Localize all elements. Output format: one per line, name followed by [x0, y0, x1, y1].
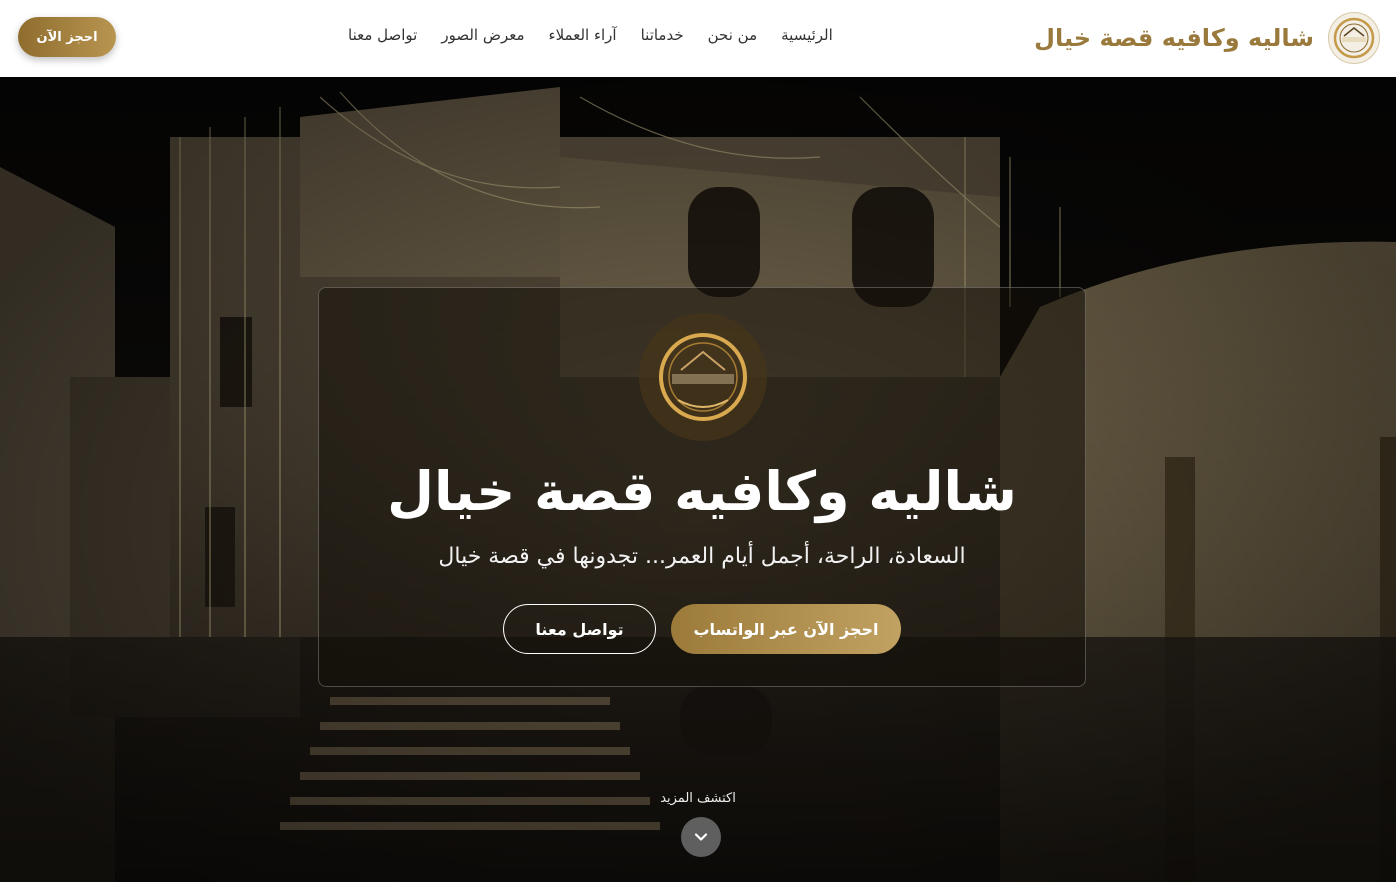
nav-item-testimonials[interactable]: آراء العملاء: [549, 26, 617, 44]
hero-logo-icon: [639, 313, 767, 441]
book-whatsapp-button[interactable]: احجز الآن عبر الواتساب: [671, 604, 901, 654]
hero-section: شاليه وكافيه قصة خيال السعادة، الراحة، أ…: [0, 77, 1396, 882]
nav-item-services[interactable]: خدماتنا: [641, 26, 684, 44]
scroll-down-button[interactable]: [681, 817, 721, 857]
nav-item-contact[interactable]: تواصل معنا: [348, 26, 417, 44]
brand-logo-icon: [1328, 12, 1380, 64]
chevron-down-icon: [694, 833, 708, 841]
brand[interactable]: شاليه وكافيه قصة خيال: [1034, 12, 1380, 64]
nav-item-gallery[interactable]: معرض الصور: [441, 26, 524, 44]
brand-title: شاليه وكافيه قصة خيال: [1034, 24, 1314, 52]
book-now-button[interactable]: احجز الآن: [18, 17, 116, 57]
hero-title: شاليه وكافيه قصة خيال: [387, 460, 1017, 523]
main-nav: الرئيسية من نحن خدماتنا آراء العملاء معر…: [348, 26, 833, 44]
nav-item-about[interactable]: من نحن: [708, 26, 758, 44]
discover-more-label: اكتشف المزيد: [660, 791, 736, 806]
nav-item-home[interactable]: الرئيسية: [781, 26, 833, 44]
site-header: شاليه وكافيه قصة خيال الرئيسية من نحن خد…: [0, 0, 1396, 77]
contact-us-button[interactable]: تواصل معنا: [503, 604, 656, 654]
hero-subtitle: السعادة، الراحة، أجمل أيام العمر... تجدو…: [438, 544, 966, 569]
hero-card: شاليه وكافيه قصة خيال السعادة، الراحة، أ…: [318, 287, 1086, 687]
